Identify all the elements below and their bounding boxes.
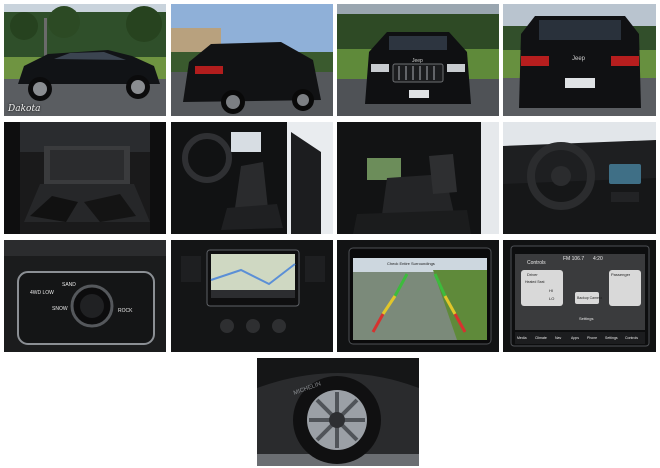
- photo-climate-controls-screen[interactable]: Controls FM 106.7 4:20 Driver Passenger …: [503, 240, 656, 352]
- climate-station: FM 106.7: [563, 256, 585, 262]
- climate-dock-apps: Apps: [571, 336, 579, 340]
- vehicle-rear-angle-illustration: [171, 4, 333, 116]
- climate-backup-camera: Backup Camera: [577, 296, 603, 300]
- climate-dock-settings: Settings: [605, 336, 618, 340]
- climate-lo-label: LO: [549, 296, 555, 301]
- photo-cargo-area[interactable]: [4, 122, 166, 234]
- photo-exterior-rear-three-quarter[interactable]: [171, 4, 333, 116]
- photo-front-seats[interactable]: [171, 122, 333, 234]
- photo-exterior-front-three-quarter[interactable]: Dakota: [4, 4, 166, 116]
- climate-dock-controls: Controls: [625, 336, 639, 340]
- rear-seat-illustration: [337, 122, 499, 234]
- climate-settings: Settings: [579, 316, 594, 321]
- climate-title: Controls: [527, 260, 546, 266]
- infotainment-illustration: [171, 240, 333, 352]
- climate-dock-climate: Climate: [535, 336, 547, 340]
- photo-infotainment-nav[interactable]: [171, 240, 333, 352]
- terrain-selector-illustration: [4, 240, 166, 352]
- label-4wd-low: 4WD LOW: [30, 290, 54, 296]
- photo-terrain-selector[interactable]: 4WD LOW SAND SNOW ROCK: [4, 240, 166, 352]
- label-rock: ROCK: [118, 308, 133, 314]
- rear-badge-text: Jeep: [572, 56, 586, 62]
- climate-driver-label: Driver: [527, 272, 538, 277]
- photo-exterior-front[interactable]: Jeep: [337, 4, 499, 116]
- photo-rear-seats[interactable]: [337, 122, 499, 234]
- climate-dock-nav: Nav: [555, 336, 562, 340]
- photo-exterior-rear[interactable]: Jeep: [503, 4, 656, 116]
- photo-backup-camera[interactable]: Check Entire Surroundings: [337, 240, 499, 352]
- climate-heated-seat: Heated Seat: [525, 280, 545, 284]
- climate-passenger-label: Passenger: [611, 272, 631, 277]
- photo-wheel-tire[interactable]: MICHELIN: [257, 358, 419, 466]
- backup-camera-illustration: [337, 240, 499, 352]
- climate-hi-label: HI: [549, 288, 553, 293]
- dashboard-illustration: [503, 122, 656, 234]
- climate-dock-media: Media: [517, 336, 527, 340]
- watermark-text: Dakota: [8, 104, 41, 114]
- label-sand: SAND: [62, 282, 76, 288]
- front-badge-text: Jeep: [412, 58, 423, 64]
- camera-warning-text: Check Entire Surroundings: [387, 261, 435, 266]
- vehicle-side-illustration: [4, 4, 166, 116]
- photo-steering-wheel-dashboard[interactable]: [503, 122, 656, 234]
- cargo-illustration: [4, 122, 166, 234]
- front-seat-illustration: [171, 122, 333, 234]
- climate-dock-phone: Phone: [587, 336, 598, 340]
- label-snow: SNOW: [52, 306, 68, 312]
- wheel-illustration: [257, 358, 419, 466]
- climate-time: 4:20: [593, 256, 603, 262]
